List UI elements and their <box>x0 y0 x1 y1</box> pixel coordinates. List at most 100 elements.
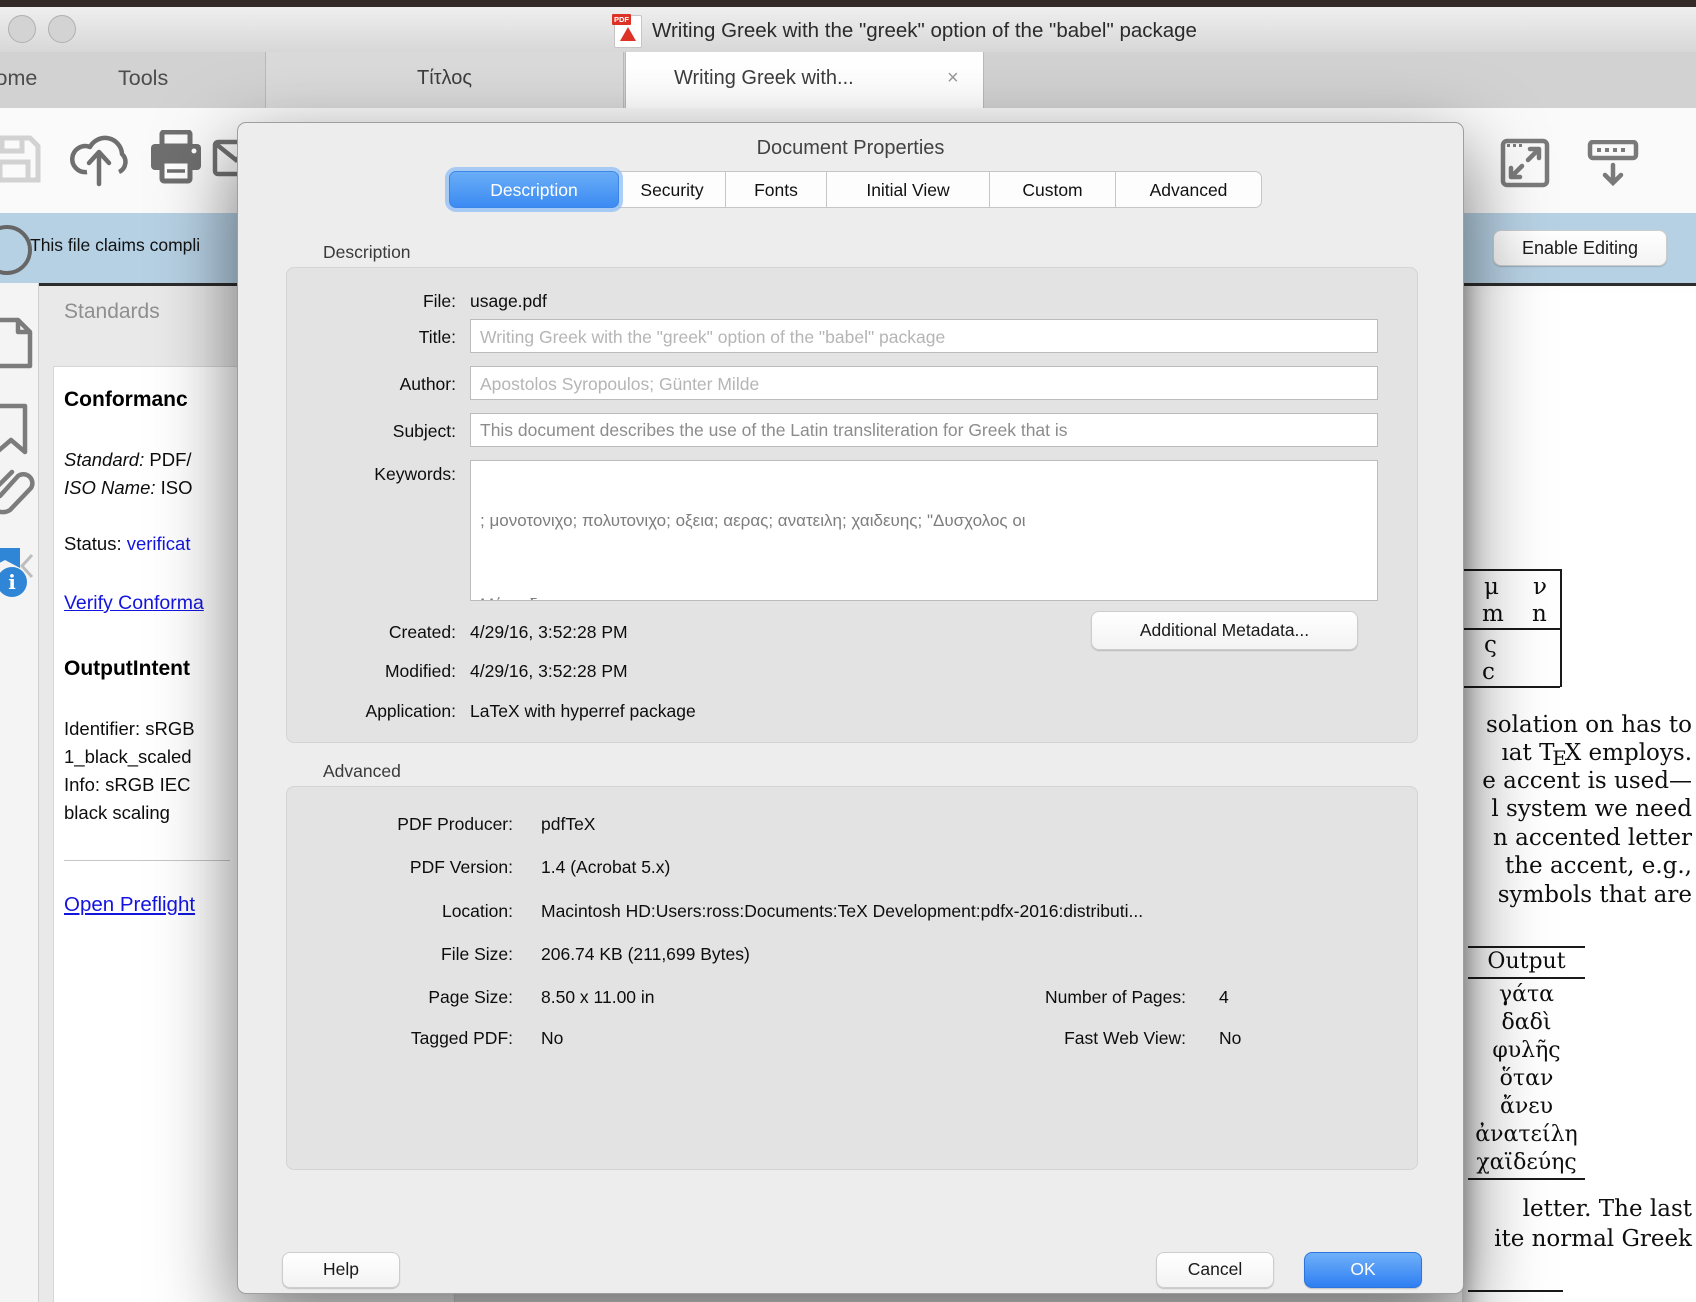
output-table-row: ὅταν <box>1468 1066 1585 1091</box>
cloud-upload-icon[interactable] <box>66 126 132 188</box>
tab-advanced[interactable]: Advanced <box>1115 171 1262 208</box>
ok-button[interactable]: OK <box>1304 1252 1422 1288</box>
advanced-group-label: Advanced <box>323 761 401 782</box>
output-table-row: ἀνατείλη <box>1468 1122 1585 1147</box>
fast-web-view-label: Fast Web View: <box>956 1028 1186 1049</box>
fit-window-icon[interactable] <box>1500 138 1550 188</box>
pdf-text-line: ite normal Greek <box>1462 1226 1692 1252</box>
file-value: usage.pdf <box>470 291 547 312</box>
cancel-button[interactable]: Cancel <box>1156 1252 1274 1288</box>
table-cell: n <box>1532 601 1547 627</box>
outputintent-line: 1_black_scaled <box>64 746 192 768</box>
file-size-value: 206.74 KB (211,699 Bytes) <box>541 944 750 965</box>
keywords-input[interactable]: ; μονοτονιχο; πολυτονιχο; οξεια; αερας; … <box>470 460 1378 601</box>
print-icon[interactable] <box>146 130 206 186</box>
traffic-light-button[interactable] <box>8 15 36 43</box>
panel-divider <box>64 860 230 861</box>
author-input[interactable]: Apostolos Syropoulos; Günter Milde <box>470 366 1378 400</box>
bookmarks-icon[interactable] <box>0 402 38 456</box>
status-line: Status: verificat <box>64 533 190 555</box>
pdf-text-line-tex: ıat TEX employs. <box>1462 740 1692 766</box>
enable-editing-button[interactable]: Enable Editing <box>1493 230 1667 266</box>
close-tab-icon[interactable]: × <box>947 67 959 90</box>
pdf-file-icon: PDF <box>614 15 642 48</box>
tagged-pdf-value: No <box>541 1028 563 1049</box>
subject-input[interactable]: This document describes the use of the L… <box>470 413 1378 447</box>
open-preflight-link[interactable]: Open Preflight <box>64 893 195 917</box>
traffic-light-button[interactable] <box>48 15 76 43</box>
tab-home[interactable]: Home <box>0 66 37 91</box>
modified-label: Modified: <box>281 661 456 682</box>
file-size-label: File Size: <box>283 944 513 965</box>
pdf-text-line: solation on has to <box>1462 712 1692 738</box>
title-bar: PDF Writing Greek with the "greek" optio… <box>0 7 1696 53</box>
author-label: Author: <box>281 374 456 395</box>
pdf-version-value: 1.4 (Acrobat 5.x) <box>541 857 670 878</box>
output-table-row: φυλῆς <box>1468 1038 1585 1063</box>
standard-line: Standard: PDF/ <box>64 449 192 471</box>
document-tab-active[interactable]: Writing Greek with... × <box>625 52 984 108</box>
table-rule <box>1468 946 1585 948</box>
page-size-value: 8.50 x 11.00 in <box>541 987 655 1008</box>
table-cell: ν <box>1533 574 1547 600</box>
outputintent-line: Info: sRGB IEC <box>64 774 190 796</box>
table-cell: c <box>1482 659 1495 685</box>
pdf-text-line: e accent is used— <box>1462 768 1692 794</box>
tagged-pdf-label: Tagged PDF: <box>283 1028 513 1049</box>
description-group-label: Description <box>323 242 411 263</box>
panel-collapse-chevron-icon[interactable] <box>20 553 34 579</box>
app-window: PDF Writing Greek with the "greek" optio… <box>0 0 1696 1302</box>
tab-description[interactable]: Description <box>449 171 619 208</box>
dialog-tab-strip: Description Security Fonts Initial View … <box>449 171 1262 208</box>
table-rule <box>1462 628 1560 630</box>
number-of-pages-value: 4 <box>1219 987 1229 1008</box>
attachments-icon[interactable] <box>0 464 40 518</box>
table-cell: ς <box>1484 632 1497 658</box>
status-value: verificat <box>127 533 191 554</box>
tab-bar: Home Tools Τίτλος Writing Greek with... … <box>0 52 1696 108</box>
tab-security[interactable]: Security <box>618 171 726 208</box>
created-label: Created: <box>281 622 456 643</box>
subject-label: Subject: <box>281 421 456 442</box>
location-value: Macintosh HD:Users:ross:Documents:TeX De… <box>541 901 1143 922</box>
tab-initial-view[interactable]: Initial View <box>826 171 990 208</box>
document-tab-titlos[interactable]: Τίτλος <box>265 52 624 108</box>
iso-name-line: ISO Name: ISO <box>64 477 193 499</box>
modified-value: 4/29/16, 3:52:28 PM <box>470 661 628 682</box>
table-cell: m <box>1482 601 1504 627</box>
table-rule <box>1468 977 1585 979</box>
svg-text:i: i <box>8 570 16 594</box>
standards-panel-header: Standards <box>64 300 160 324</box>
additional-metadata-button[interactable]: Additional Metadata... <box>1091 611 1358 650</box>
keywords-line: ; μονοτονιχο; πολυτονιχο; οξεια; αερας; … <box>480 507 1368 535</box>
pdf-text-line: the accent, e.g., <box>1462 853 1692 879</box>
help-button[interactable]: Help <box>282 1252 400 1288</box>
application-label: Application: <box>281 701 456 722</box>
toolbar-collapse-icon[interactable] <box>1586 140 1640 188</box>
output-table-row: χαϊδεύης <box>1468 1150 1585 1175</box>
dialog-title: Document Properties <box>238 137 1463 160</box>
outputintent-title: OutputIntent <box>64 657 190 681</box>
tab-fonts[interactable]: Fonts <box>725 171 827 208</box>
window-top-strip <box>0 0 1696 7</box>
title-input[interactable]: Writing Greek with the "greek" option of… <box>470 319 1378 353</box>
document-properties-dialog: Document Properties Description Security… <box>237 122 1464 1294</box>
pdf-page: μ ν m n ς c solation on has to ıat TEX e… <box>1462 286 1696 1302</box>
outputintent-line: Identifier: sRGB <box>64 718 195 740</box>
table-rule <box>1462 569 1560 571</box>
keywords-label: Keywords: <box>281 464 456 485</box>
page-size-label: Page Size: <box>283 987 513 1008</box>
tab-custom[interactable]: Custom <box>989 171 1116 208</box>
number-of-pages-label: Number of Pages: <box>956 987 1186 1008</box>
pdf-text-line: n accented letter <box>1462 825 1692 851</box>
pdf-producer-value: pdfTeX <box>541 814 595 835</box>
tab-tools[interactable]: Tools <box>118 66 168 91</box>
created-value: 4/29/16, 3:52:28 PM <box>470 622 628 643</box>
pdf-text-line: l system we need <box>1462 796 1692 822</box>
page-thumbnails-icon[interactable] <box>0 316 38 370</box>
keywords-line: Μένανδρος <box>480 591 1368 601</box>
verify-conformance-link[interactable]: Verify Conforma <box>64 592 204 615</box>
table-cell: μ <box>1484 574 1499 600</box>
save-icon[interactable] <box>0 130 44 186</box>
pdf-producer-label: PDF Producer: <box>283 814 513 835</box>
